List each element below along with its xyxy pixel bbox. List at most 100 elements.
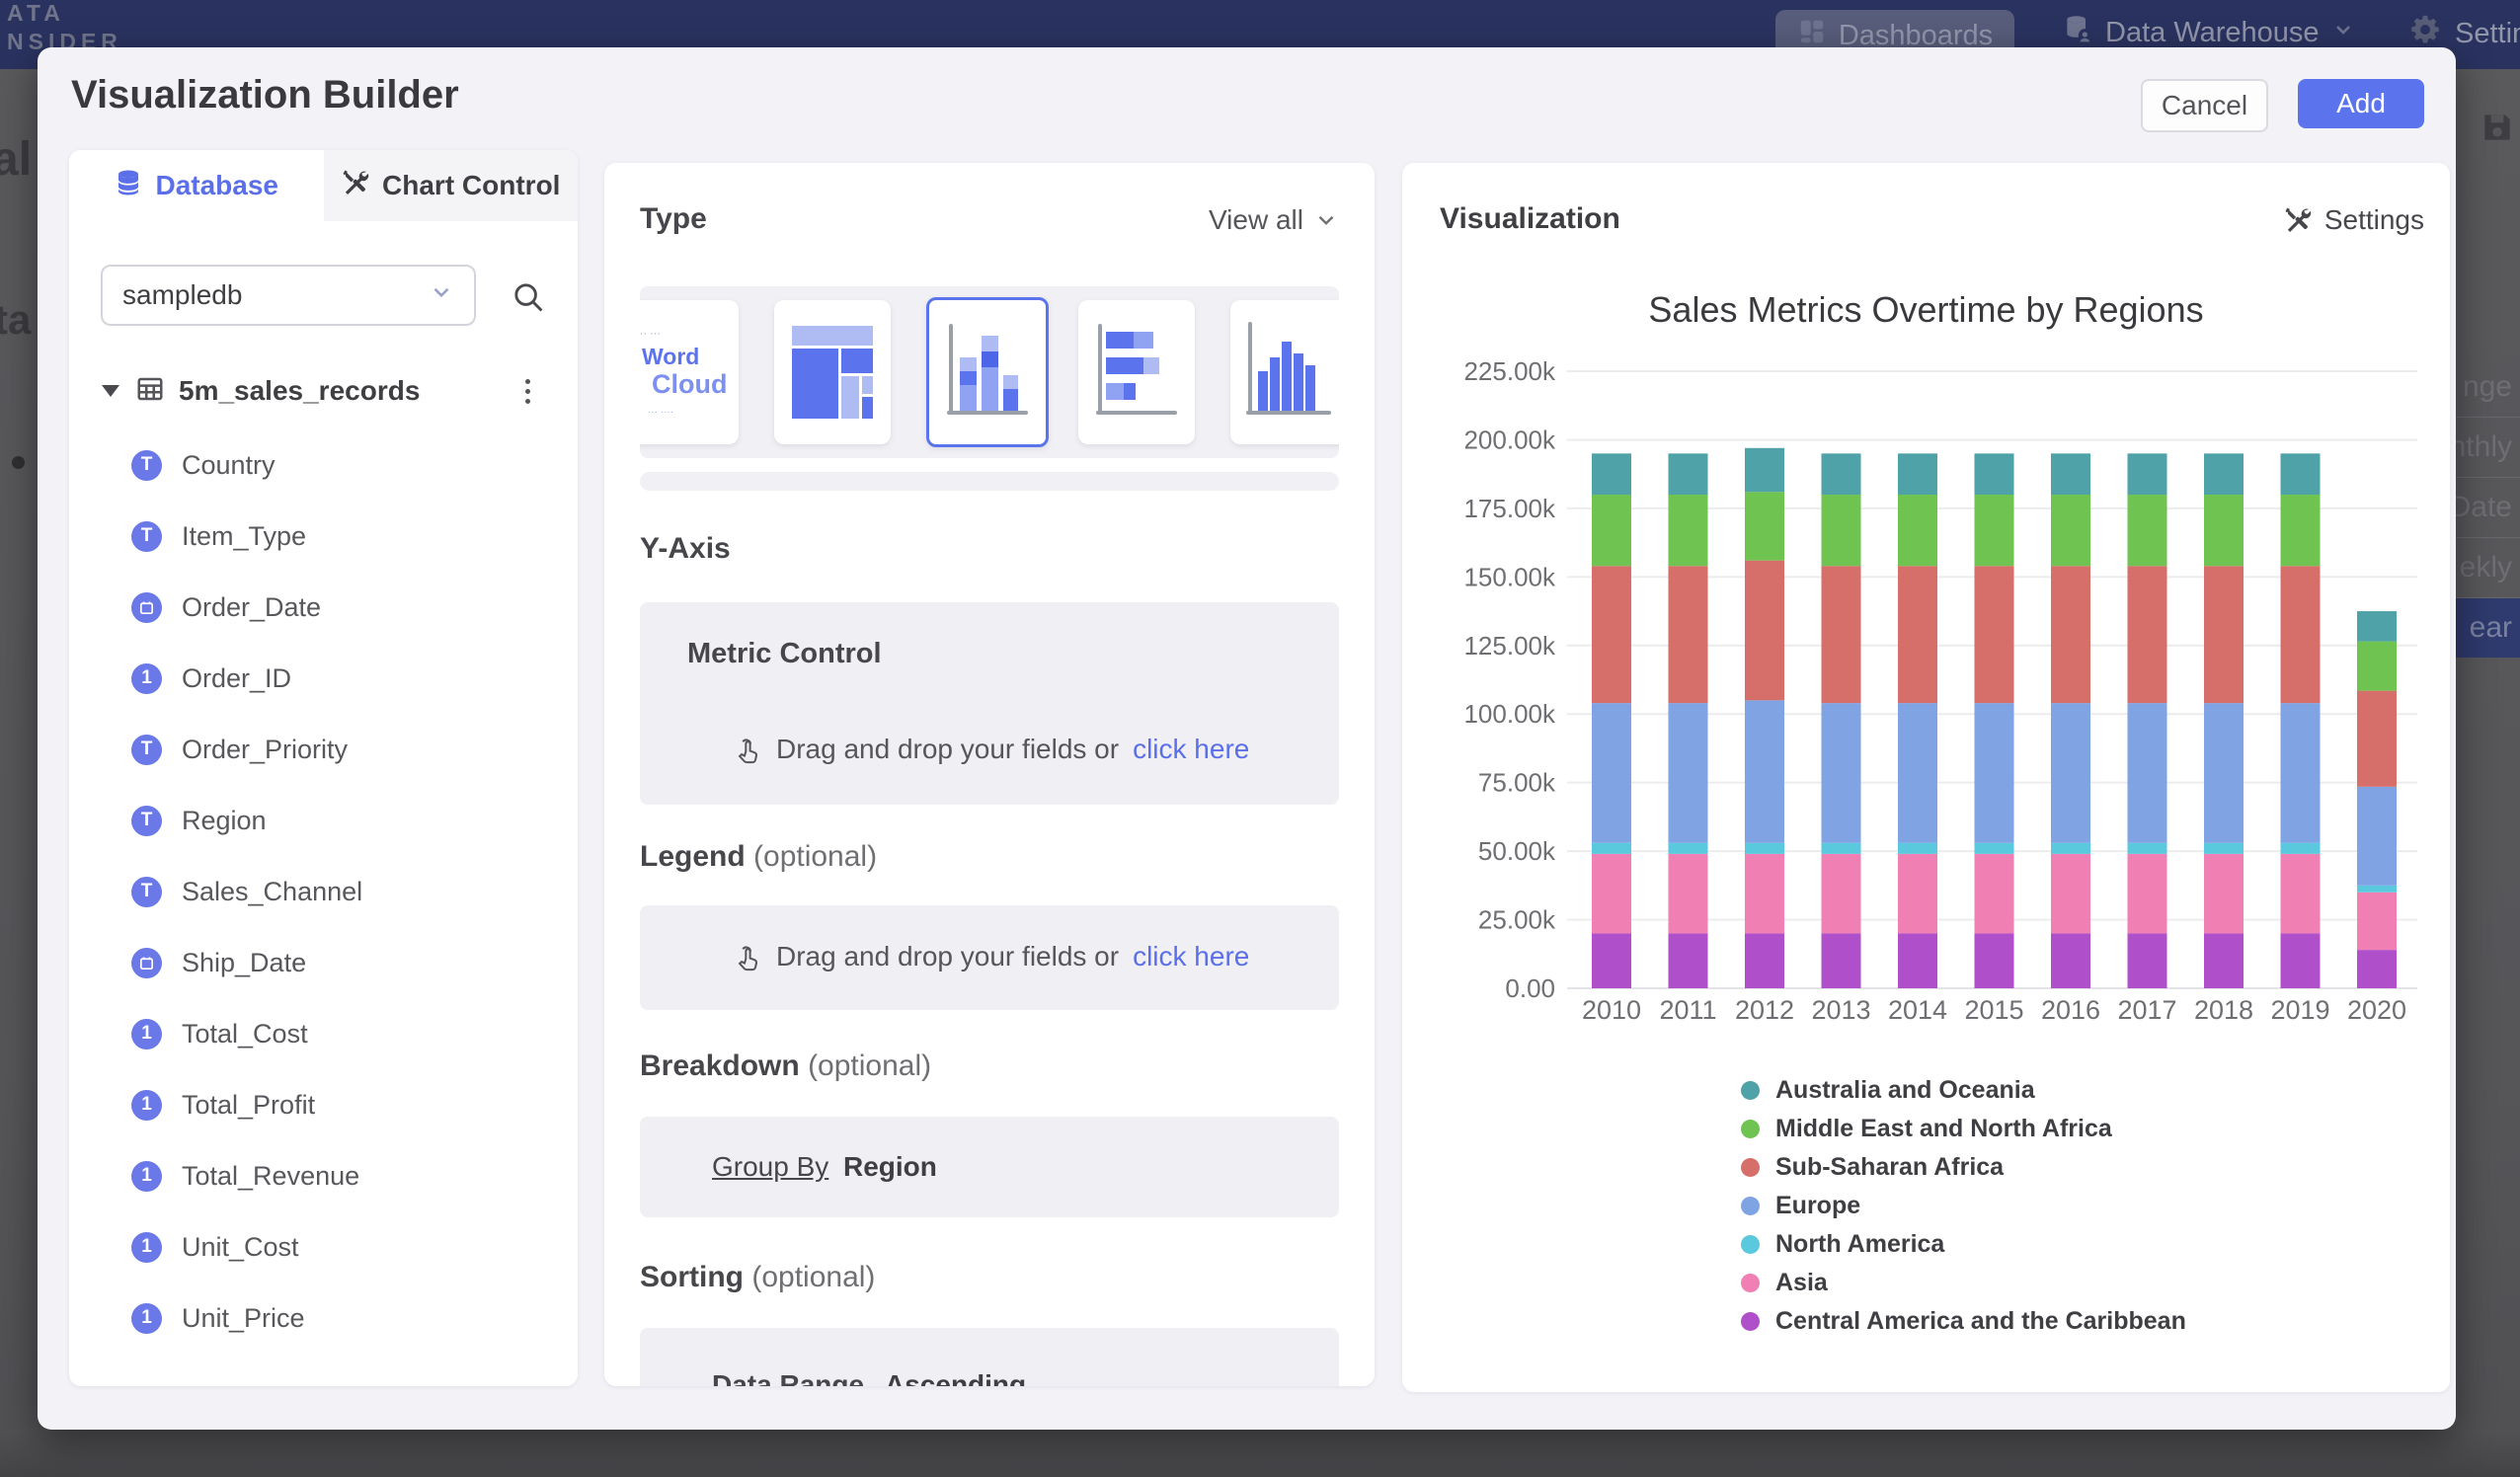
type-strip-scrollbar[interactable]	[640, 472, 1339, 491]
database-select[interactable]: sampledb	[101, 265, 476, 326]
x-axis-label: 2020	[2347, 995, 2406, 1025]
collapse-caret-icon[interactable]	[102, 385, 119, 397]
legend-item[interactable]: Asia	[1741, 1264, 2186, 1302]
legend-item[interactable]: Australia and Oceania	[1741, 1071, 2186, 1110]
field-label: Total_Revenue	[182, 1161, 359, 1192]
click-here-link[interactable]: click here	[1133, 941, 1249, 972]
add-button[interactable]: Add	[2298, 79, 2424, 128]
search-icon[interactable]	[510, 278, 547, 321]
chevron-down-icon	[2331, 17, 2355, 49]
tab-label: Database	[155, 170, 278, 201]
field-label: Unit_Cost	[182, 1232, 299, 1263]
save-icon[interactable]	[2479, 109, 2516, 151]
bar-segment	[2051, 703, 2090, 843]
field-row-ship_date[interactable]: Ship_Date	[69, 927, 578, 998]
nav-item-data-warehouse[interactable]: Data Warehouse	[2062, 13, 2355, 52]
nav-label: Data Warehouse	[2105, 17, 2320, 49]
bar-segment	[2204, 854, 2244, 934]
field-row-sales_channel[interactable]: TSales_Channel	[69, 856, 578, 927]
field-label: Item_Type	[182, 521, 306, 552]
legend-dot	[1741, 1197, 1760, 1215]
visualization-builder-modal: Visualization Builder Cancel Add Databas…	[38, 47, 2456, 1430]
bar-segment	[1669, 854, 1708, 934]
legend-label: North America	[1775, 1230, 1944, 1259]
table-tree-header[interactable]: 5m_sales_records	[69, 369, 578, 413]
chart-type-column-card[interactable]	[1230, 300, 1339, 444]
field-row-unit_price[interactable]: 1Unit_Price	[69, 1283, 578, 1354]
field-row-order_id[interactable]: 1 Order_ID	[69, 643, 578, 714]
chart-type-stacked-column-card[interactable]	[926, 297, 1049, 447]
tab-chart-control[interactable]: Chart Control	[324, 150, 579, 221]
x-axis-label: 2015	[1964, 995, 2023, 1025]
bar-segment	[1975, 854, 2014, 934]
bar-segment	[2128, 495, 2167, 566]
bar-segment	[2051, 933, 2090, 988]
legend-item[interactable]: Sub-Saharan Africa	[1741, 1148, 2186, 1187]
field-row-country[interactable]: TCountry	[69, 429, 578, 501]
legend-item[interactable]: Europe	[1741, 1187, 2186, 1225]
legend-item[interactable]: North America	[1741, 1225, 2186, 1264]
bar-segment	[1745, 843, 1784, 854]
field-label: Order_ID	[182, 663, 291, 694]
metric-control-dropzone[interactable]: Metric Control	[640, 602, 1339, 805]
field-row-region[interactable]: TRegion	[69, 785, 578, 856]
bar-segment	[1822, 453, 1861, 495]
x-axis-label: 2016	[2041, 995, 2100, 1025]
settings-button[interactable]: Settings	[2271, 204, 2424, 236]
bar-segment	[1898, 933, 1937, 988]
legend-item[interactable]: Central America and the Caribbean	[1741, 1302, 2186, 1341]
bar-segment	[1669, 453, 1708, 495]
bar-segment	[2128, 566, 2167, 703]
stacked-bar-chart: 0.0025.00k50.00k75.00k100.00k125.00k150.…	[1412, 344, 2439, 1035]
bar-segment	[1898, 854, 1937, 934]
bar-segment	[2357, 691, 2397, 787]
visualization-panel: Visualization Settings Sales Metrics Ove…	[1402, 163, 2450, 1392]
tab-database[interactable]: Database	[69, 150, 324, 221]
field-label: Unit_Price	[182, 1303, 305, 1334]
page: ATA NSIDER Dashboards Data Warehouse Set…	[0, 0, 2520, 1477]
bar-segment	[1822, 933, 1861, 988]
field-row-order_priority[interactable]: TOrder_Priority	[69, 714, 578, 785]
bar-segment	[2357, 642, 2397, 691]
view-all-dropdown[interactable]: View all	[1138, 204, 1339, 236]
bar-segment	[1822, 843, 1861, 854]
backdrop-text-fragment: al	[0, 132, 32, 187]
field-row-order_date[interactable]: Order_Date	[69, 572, 578, 643]
legend-label: Sub-Saharan Africa	[1775, 1153, 2004, 1182]
drag-text: Drag and drop your fields or	[776, 734, 1119, 765]
sorting-value: Ascending	[885, 1369, 1026, 1386]
sorting-field-label[interactable]: Data Range	[712, 1369, 864, 1386]
kebab-menu-icon[interactable]	[525, 379, 530, 404]
chart-type-stacked-bar-card[interactable]	[1078, 300, 1195, 444]
drag-text: Drag and drop your fields or	[776, 941, 1119, 972]
brand-logo: ATA NSIDER	[7, 2, 122, 53]
bar-segment	[2128, 854, 2167, 934]
click-here-link[interactable]: click here	[1133, 734, 1249, 765]
bar-segment	[2281, 453, 2321, 495]
bar-segment	[2051, 843, 2090, 854]
field-row-total_profit[interactable]: 1Total_Profit	[69, 1069, 578, 1140]
field-row-item_type[interactable]: TItem_Type	[69, 501, 578, 572]
group-by-link[interactable]: Group By	[712, 1151, 828, 1183]
field-row-total_cost[interactable]: 1Total_Cost	[69, 998, 578, 1069]
sorting-dropzone[interactable]: Data Range Ascending	[640, 1328, 1339, 1386]
legend-label: Asia	[1775, 1269, 1828, 1297]
number-field-icon: 1	[131, 663, 162, 694]
bar-segment	[2357, 611, 2397, 642]
bar-segment	[2051, 854, 2090, 934]
field-row-unit_cost[interactable]: 1Unit_Cost	[69, 1211, 578, 1283]
visualization-panel-title: Visualization	[1440, 202, 1620, 236]
number-field-icon: 1	[131, 1161, 162, 1192]
database-icon	[114, 168, 143, 204]
chart-type-word-cloud-card[interactable]: ··· ··· Word Cloud ··· ····	[640, 300, 739, 444]
field-row-total_revenue[interactable]: 1 Total_Revenue	[69, 1140, 578, 1211]
cancel-button[interactable]: Cancel	[2141, 79, 2268, 132]
x-axis-label: 2013	[1811, 995, 1870, 1025]
breakdown-dropzone[interactable]: Group By Region	[640, 1117, 1339, 1217]
svg-text:75.00k: 75.00k	[1478, 768, 1556, 798]
chart-type-treemap-card[interactable]	[774, 300, 891, 444]
bar-segment	[2128, 703, 2167, 843]
bar-segment	[2281, 933, 2321, 988]
legend-item[interactable]: Middle East and North Africa	[1741, 1110, 2186, 1148]
svg-text:175.00k: 175.00k	[1463, 494, 1556, 523]
